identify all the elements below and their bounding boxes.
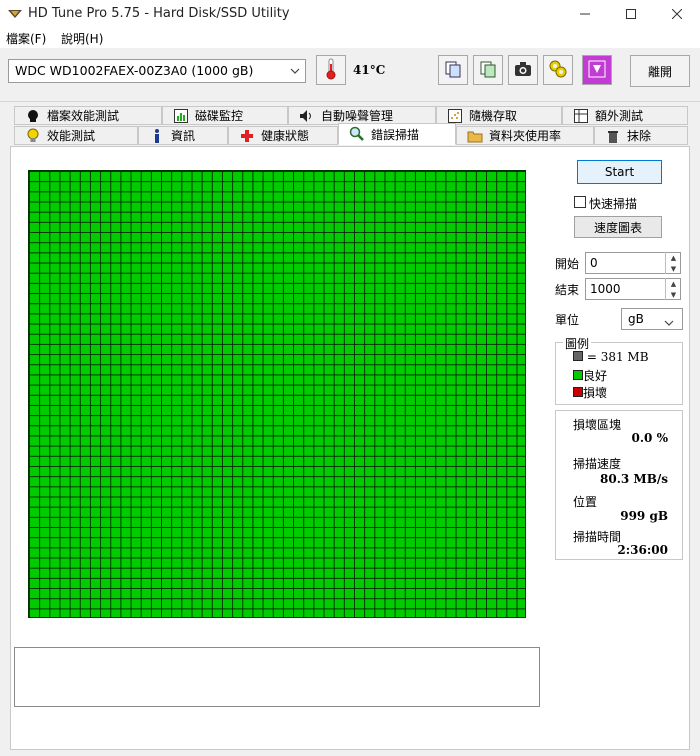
- compare-icon: [479, 60, 497, 81]
- chevron-down-icon[interactable]: [664, 315, 674, 329]
- legend-good: 良好: [573, 367, 607, 384]
- menu-help[interactable]: 說明(H): [61, 30, 103, 47]
- tab-disk-monitor[interactable]: 磁碟監控: [162, 106, 288, 125]
- tab-file-benchmark[interactable]: 檔案效能測試: [14, 106, 162, 125]
- end-label: 結束: [555, 283, 580, 297]
- save-button[interactable]: [582, 55, 612, 85]
- scan-block-map: [28, 170, 526, 618]
- tab-label: 錯誤掃描: [371, 127, 420, 142]
- tab-label: 自動噪聲管理: [321, 109, 394, 123]
- quick-scan-checkbox[interactable]: [574, 196, 586, 208]
- scan-speed-label: 掃描速度: [573, 457, 622, 471]
- copy-icon: [444, 60, 462, 81]
- thermometer-icon: [325, 58, 337, 83]
- grid-icon: [573, 108, 589, 124]
- tab-label: 效能測試: [47, 129, 96, 143]
- good-swatch: [573, 370, 583, 380]
- tab-extra-tests[interactable]: 額外測試: [562, 106, 688, 125]
- scan-time-value: 2:36:00: [617, 543, 668, 557]
- speed-map-button[interactable]: 速度圖表: [574, 216, 662, 238]
- quick-scan-label: 快速掃描: [589, 197, 638, 211]
- block-swatch: [573, 351, 583, 361]
- camera-icon: [514, 61, 532, 80]
- minimize-icon[interactable]: [562, 0, 608, 28]
- scan-speed-value: 80.3 MB/s: [600, 472, 668, 486]
- scan-log: [14, 647, 540, 707]
- menu-bar: [0, 28, 700, 48]
- damaged-swatch: [573, 387, 583, 397]
- tab-error-scan[interactable]: 錯誤掃描: [338, 123, 456, 145]
- folder-icon: [467, 128, 483, 144]
- compare-button[interactable]: [473, 55, 503, 85]
- temperature-readout: 41°C: [353, 63, 386, 77]
- close-icon[interactable]: [654, 0, 700, 28]
- speaker-icon: [299, 108, 315, 124]
- screenshot-button[interactable]: [508, 55, 538, 85]
- end-spinner[interactable]: ▲ ▼: [665, 278, 681, 300]
- legend-block-size: = 381 MB: [573, 350, 649, 364]
- window-title: HD Tune Pro 5.75 - Hard Disk/SSD Utility: [28, 6, 290, 21]
- lightbulb-icon: [25, 128, 41, 144]
- trash-icon: [605, 128, 621, 144]
- tab-label: 抹除: [627, 129, 652, 143]
- start-button[interactable]: Start: [577, 160, 662, 184]
- magnifier-icon: [349, 126, 365, 142]
- position-value: 999 gB: [620, 509, 668, 523]
- damaged-blocks-value: 0.0 %: [631, 431, 668, 445]
- app-icon: [8, 7, 22, 21]
- tab-info[interactable]: 資訊: [138, 126, 228, 145]
- menu-file[interactable]: 檔案(F): [6, 30, 46, 47]
- tab-folder-usage[interactable]: 資料夾使用率: [456, 126, 594, 145]
- tab-label: 磁碟監控: [195, 109, 244, 123]
- info-icon: [149, 128, 165, 144]
- position-label: 位置: [573, 495, 598, 509]
- copy-button[interactable]: [438, 55, 468, 85]
- tab-health[interactable]: 健康狀態: [228, 126, 338, 145]
- temperature-button[interactable]: [316, 55, 346, 85]
- tab-label: 資訊: [171, 129, 196, 143]
- chevron-down-icon[interactable]: [284, 59, 306, 83]
- tab-label: 資料夾使用率: [489, 129, 562, 143]
- options-icon: [548, 59, 568, 82]
- tab-label: 健康狀態: [261, 129, 310, 143]
- download-icon: [588, 60, 606, 81]
- tab-label: 隨機存取: [469, 109, 518, 123]
- options-button[interactable]: [543, 55, 573, 85]
- file-benchmark-icon: [25, 108, 41, 124]
- tab-label: 檔案效能測試: [47, 109, 120, 123]
- tab-benchmark[interactable]: 效能測試: [14, 126, 138, 145]
- legend-damaged: 損壞: [573, 384, 607, 401]
- chart-icon: [173, 108, 189, 124]
- health-cross-icon: [239, 128, 255, 144]
- exit-button[interactable]: 離開: [630, 55, 690, 87]
- tab-erase[interactable]: 抹除: [594, 126, 688, 145]
- scatter-chart-icon: [447, 108, 463, 124]
- unit-label: 單位: [555, 313, 580, 327]
- start-label: 開始: [555, 257, 580, 271]
- maximize-icon[interactable]: [608, 0, 654, 28]
- start-spinner[interactable]: ▲ ▼: [665, 252, 681, 274]
- tab-label: 額外測試: [595, 109, 644, 123]
- drive-select[interactable]: WDC WD1002FAEX-00Z3A0 (1000 gB): [8, 59, 306, 83]
